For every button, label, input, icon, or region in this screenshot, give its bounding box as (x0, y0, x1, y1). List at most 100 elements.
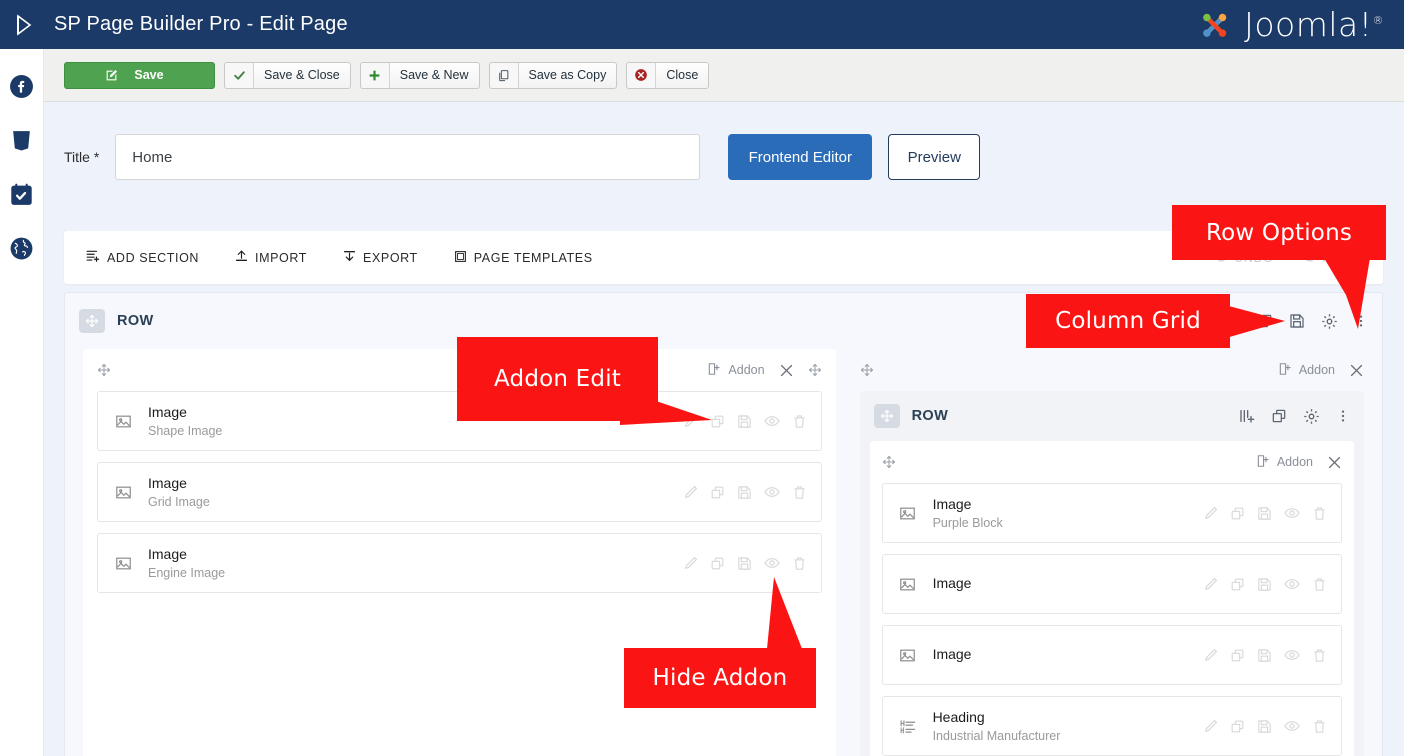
addon-title: Image (148, 404, 222, 422)
addon-tools (683, 555, 807, 571)
list-item[interactable]: Image Engine Image (97, 533, 822, 593)
download-icon (343, 249, 356, 266)
wrench-icon[interactable] (779, 363, 794, 378)
gear-icon[interactable] (1303, 408, 1320, 425)
eye-icon[interactable] (1284, 647, 1300, 663)
title-field-label: Title * (64, 149, 99, 165)
column-drag-handle-icon[interactable] (860, 363, 874, 377)
nested-column-header: Addon (882, 441, 1342, 483)
duplicate-icon[interactable] (710, 485, 725, 500)
duplicate-icon[interactable] (710, 556, 725, 571)
more-vertical-icon[interactable] (1336, 408, 1350, 424)
image-icon (897, 576, 919, 593)
add-addon-label: Addon (1299, 363, 1335, 377)
nested-column-tools: Addon (1256, 454, 1342, 471)
list-item[interactable]: Image (882, 554, 1342, 614)
column-drag-handle-icon[interactable] (882, 455, 896, 469)
app-screen: SP Page Builder Pro - Edit Page Joomla!® (0, 0, 1404, 756)
edit-pencil-icon[interactable] (1203, 506, 1218, 521)
trash-icon[interactable] (792, 556, 807, 571)
trash-icon[interactable] (1312, 719, 1327, 734)
edit-pencil-icon[interactable] (683, 556, 698, 571)
save-button[interactable]: Save (64, 62, 215, 89)
save-icon[interactable] (1257, 506, 1272, 521)
duplicate-icon[interactable] (1271, 408, 1287, 424)
save-new-button[interactable]: Save & New (360, 62, 480, 89)
page-templates-button[interactable]: PAGE TEMPLATES (454, 250, 593, 266)
nested-row-section: ROW (860, 391, 1364, 756)
edit-pencil-icon[interactable] (1203, 577, 1218, 592)
trash-icon[interactable] (1312, 648, 1327, 663)
save-close-button[interactable]: Save & Close (224, 62, 351, 89)
save-copy-button[interactable]: Save as Copy (489, 62, 618, 89)
row-title: ROW (117, 313, 154, 329)
edit-pencil-icon[interactable] (683, 485, 698, 500)
eye-icon[interactable] (764, 484, 780, 500)
save-icon[interactable] (737, 414, 752, 429)
wrench-icon[interactable] (1349, 363, 1364, 378)
wrench-icon[interactable] (1327, 455, 1342, 470)
addon-tools (1203, 505, 1327, 521)
duplicate-icon[interactable] (1230, 719, 1245, 734)
duplicate-icon[interactable] (1230, 648, 1245, 663)
eye-icon[interactable] (764, 413, 780, 429)
save-icon[interactable] (737, 485, 752, 500)
addon-title: Image (933, 496, 1003, 514)
edit-pencil-icon[interactable] (1203, 719, 1218, 734)
trash-icon[interactable] (792, 414, 807, 429)
facebook-icon[interactable] (9, 73, 35, 99)
add-section-button[interactable]: ADD SECTION (86, 249, 199, 266)
list-item[interactable]: Heading Industrial Manufacturer (882, 696, 1342, 756)
globe-icon[interactable] (9, 235, 35, 261)
addon-subtitle: Industrial Manufacturer (933, 729, 1061, 743)
eye-icon[interactable] (1284, 576, 1300, 592)
trash-icon[interactable] (1312, 506, 1327, 521)
row-drag-handle-icon[interactable] (79, 309, 105, 333)
eye-icon[interactable] (764, 555, 780, 571)
list-item[interactable]: Image (882, 625, 1342, 685)
save-icon[interactable] (737, 556, 752, 571)
column-grid-icon[interactable] (1239, 408, 1255, 424)
css3-icon[interactable] (9, 127, 35, 153)
duplicate-icon[interactable] (1230, 506, 1245, 521)
title-input[interactable] (115, 134, 700, 180)
preview-button[interactable]: Preview (888, 134, 980, 180)
add-addon-button[interactable]: Addon (1256, 454, 1313, 471)
column-move-icon[interactable] (808, 363, 822, 377)
eye-icon[interactable] (1284, 718, 1300, 734)
plus-icon (361, 63, 390, 88)
addon-tools (1203, 647, 1327, 663)
column-drag-handle-icon[interactable] (97, 363, 111, 377)
save-icon[interactable] (1257, 719, 1272, 734)
import-label: IMPORT (255, 251, 307, 265)
export-button[interactable]: EXPORT (343, 249, 418, 266)
import-button[interactable]: IMPORT (235, 249, 307, 266)
window-title: SP Page Builder Pro - Edit Page (54, 13, 348, 36)
frontend-editor-button[interactable]: Frontend Editor (728, 134, 872, 180)
add-section-icon (86, 249, 100, 266)
save-close-label: Save & Close (254, 68, 350, 82)
save-button-label: Save (124, 68, 173, 82)
list-item-text: Image Shape Image (148, 404, 222, 438)
trash-icon[interactable] (1312, 577, 1327, 592)
save-icon[interactable] (1257, 577, 1272, 592)
annotation-row-options: Row Options (1172, 205, 1386, 260)
addon-tools (1203, 718, 1327, 734)
save-icon[interactable] (1257, 648, 1272, 663)
play-triangle-icon (0, 13, 46, 37)
edit-pencil-icon[interactable] (1203, 648, 1218, 663)
addon-title: Heading (933, 709, 1061, 727)
copy-icon (490, 63, 519, 88)
add-addon-button[interactable]: Addon (1278, 362, 1335, 379)
nested-row-drag-handle-icon[interactable] (874, 404, 900, 428)
duplicate-icon[interactable] (1230, 577, 1245, 592)
trash-icon[interactable] (792, 485, 807, 500)
annotation-column-grid: Column Grid (1026, 294, 1230, 348)
close-button[interactable]: Close (626, 62, 709, 89)
title-bar: SP Page Builder Pro - Edit Page Joomla!® (0, 0, 1404, 49)
calendar-check-icon[interactable] (9, 181, 35, 207)
eye-icon[interactable] (1284, 505, 1300, 521)
brand-name: Joomla!® (1244, 5, 1384, 44)
list-item[interactable]: Image Purple Block (882, 483, 1342, 543)
list-item[interactable]: Image Grid Image (97, 462, 822, 522)
